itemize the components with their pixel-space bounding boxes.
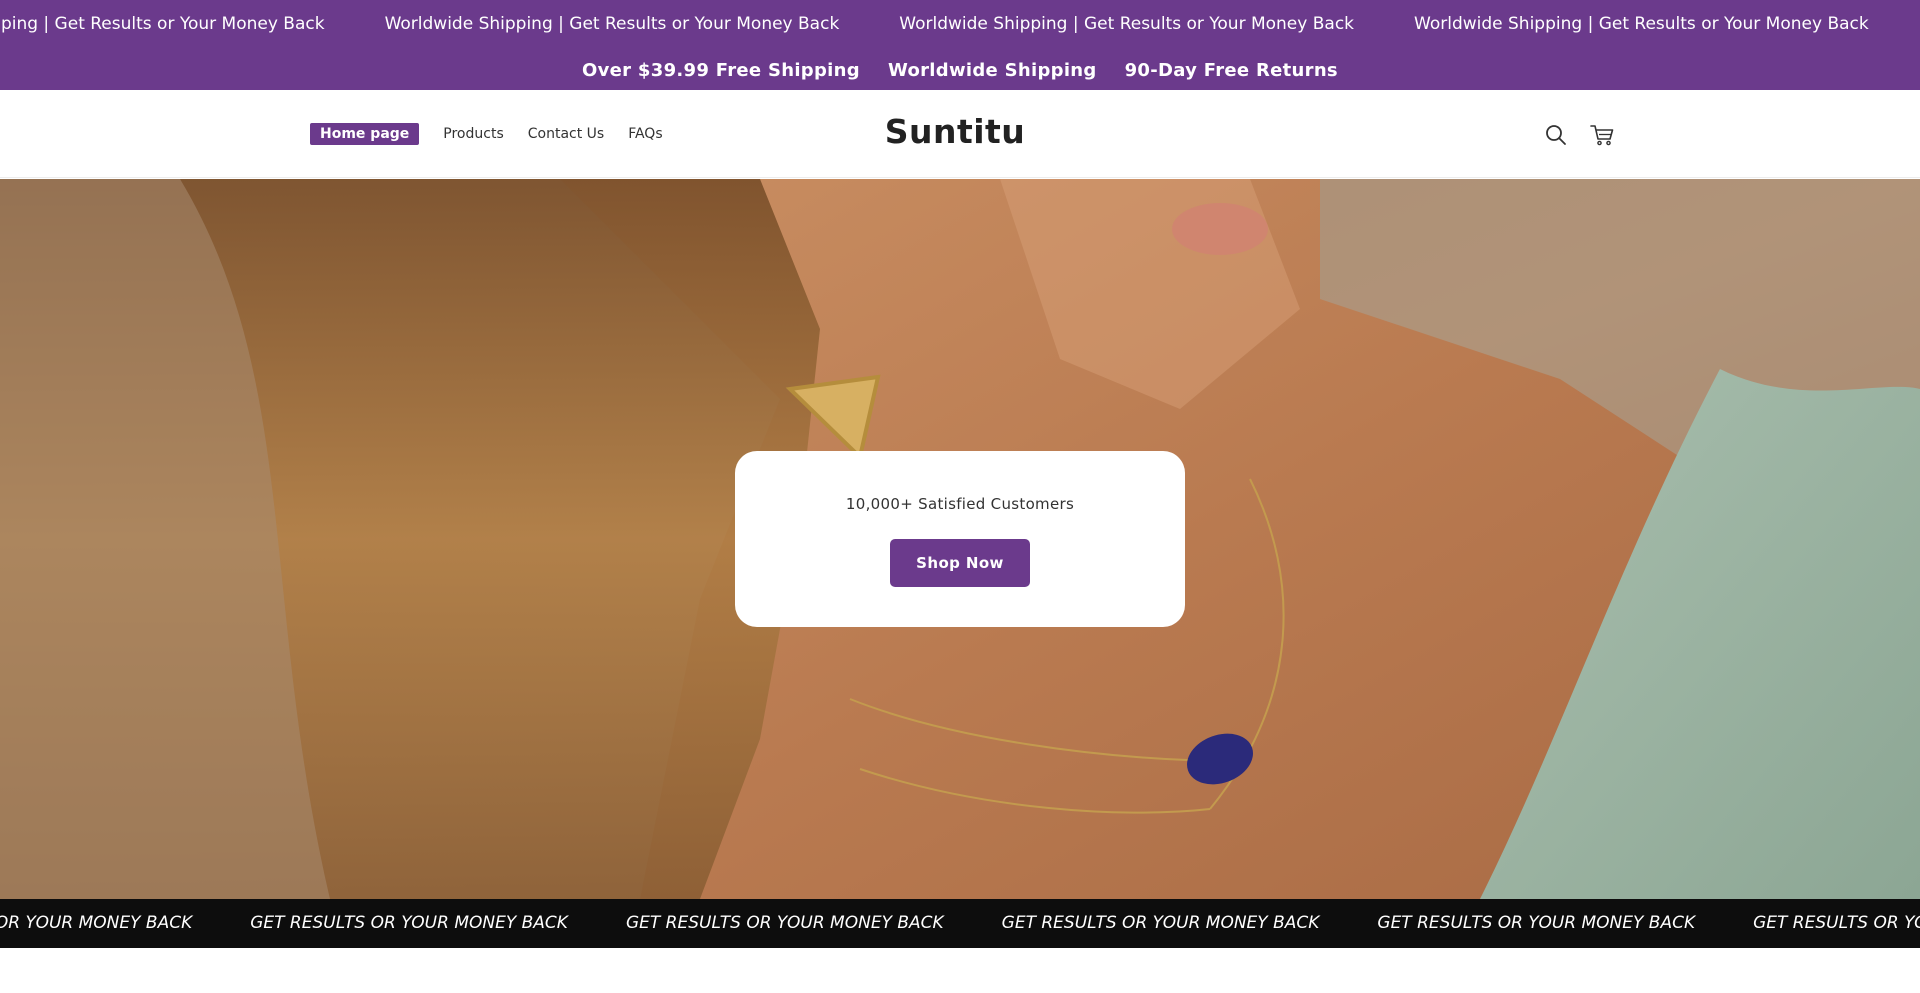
header-icons: [1543, 122, 1615, 148]
top-marquee-track: e Shipping | Get Results or Your Money B…: [0, 14, 1920, 34]
bottom-marquee-item: GET RESULTS OR YOUR MONEY BACK: [250, 913, 568, 933]
hero-banner: 10,000+ Satisfied Customers Shop Now: [0, 179, 1920, 899]
main-nav: Home page Products Contact Us FAQs: [310, 123, 663, 145]
bottom-marquee: LTS OR YOUR MONEY BACK GET RESULTS OR YO…: [0, 899, 1920, 948]
nav-products[interactable]: Products: [443, 126, 503, 142]
search-icon[interactable]: [1543, 122, 1569, 148]
announcement-bar: Over $39.99 Free Shipping Worldwide Ship…: [0, 50, 1920, 90]
cart-icon[interactable]: [1589, 122, 1615, 148]
bottom-marquee-item: GET RESULTS OR YOUR MONEY BACK: [1001, 913, 1320, 933]
bottom-marquee-item: GET RESULTS OR YOUR MON: [1753, 913, 1920, 933]
top-marquee-item: Worldwide Shipping | Get Results or Your…: [1414, 14, 1869, 34]
site-header: Home page Products Contact Us FAQs Sunti…: [0, 90, 1920, 178]
bottom-marquee-item: LTS OR YOUR MONEY BACK: [0, 913, 193, 933]
hero-card: 10,000+ Satisfied Customers Shop Now: [735, 451, 1185, 627]
brand-logo[interactable]: Suntitu: [0, 112, 1910, 151]
announcement-free-shipping: Over $39.99 Free Shipping: [582, 59, 860, 81]
announcement-free-returns: 90-Day Free Returns: [1124, 59, 1338, 81]
top-marquee-item: Worldwide Shipping | Get Results or Your…: [899, 14, 1355, 34]
nav-contact-us[interactable]: Contact Us: [528, 126, 604, 142]
bottom-marquee-track: LTS OR YOUR MONEY BACK GET RESULTS OR YO…: [0, 913, 1920, 933]
announcement-worldwide-shipping: Worldwide Shipping: [887, 59, 1097, 81]
hero-subtitle: 10,000+ Satisfied Customers: [845, 495, 1075, 513]
nav-home-page[interactable]: Home page: [310, 123, 420, 145]
top-marquee-item: Worldwide Shipping | Get Results or Your…: [384, 14, 840, 34]
bottom-marquee-item: GET RESULTS OR YOUR MONEY BACK: [625, 913, 944, 933]
top-marquee: e Shipping | Get Results or Your Money B…: [0, 0, 1920, 50]
bottom-marquee-item: GET RESULTS OR YOUR MONEY BACK: [1377, 913, 1696, 933]
nav-faqs[interactable]: FAQs: [628, 126, 662, 142]
top-marquee-item: e Shipping | Get Results or Your Money B…: [0, 14, 325, 34]
shop-now-button[interactable]: Shop Now: [890, 539, 1030, 587]
